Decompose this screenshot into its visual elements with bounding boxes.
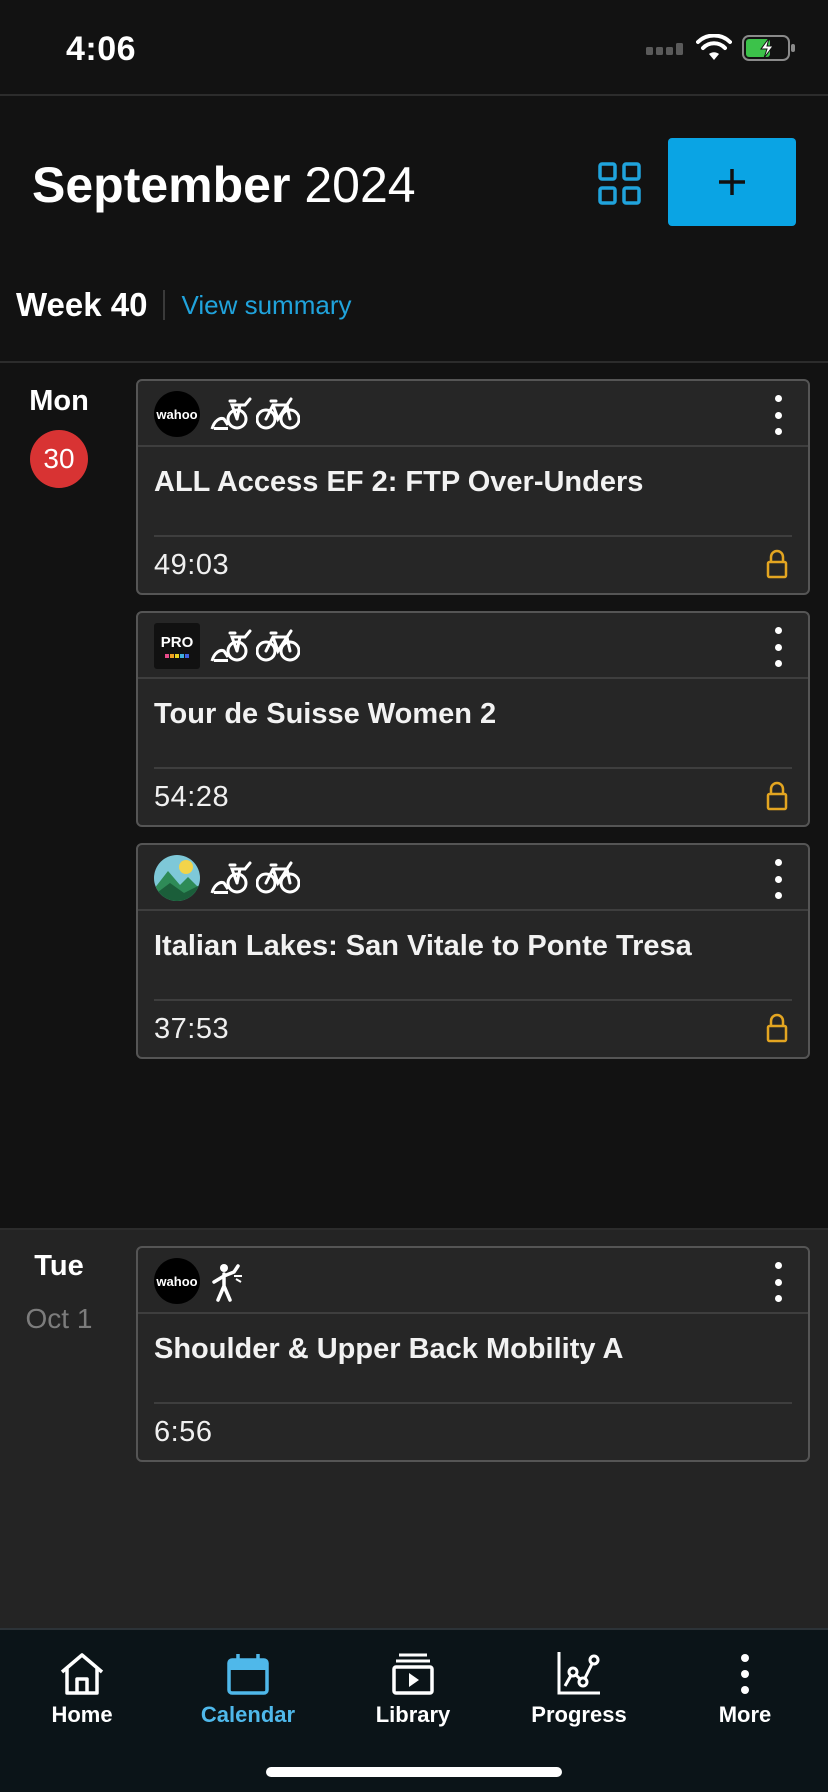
home-icon — [60, 1653, 104, 1695]
card-footer: 37:53 — [138, 1001, 808, 1057]
calendar-header: September 2024 Week 40 View summary — [0, 98, 828, 360]
grid-view-button[interactable] — [596, 160, 644, 208]
workout-duration: 37:53 — [154, 1013, 230, 1045]
week-row: Week 40 View summary — [16, 286, 352, 324]
card-header — [138, 845, 808, 911]
more-options-button[interactable] — [766, 627, 790, 667]
sport-types — [210, 395, 300, 431]
day-section-mon: Mon 30 wahoo ALL Access EF 2: FTP Over-U… — [0, 363, 828, 1228]
more-options-button[interactable] — [766, 859, 790, 899]
divider — [163, 290, 166, 320]
card-footer: 54:28 — [138, 769, 808, 825]
wifi-icon — [696, 34, 732, 60]
card-header: PRO — [138, 613, 808, 679]
library-icon — [392, 1653, 434, 1695]
indoor-cycling-icon — [210, 397, 252, 430]
grid-icon — [598, 162, 641, 205]
mobility-icon — [212, 1264, 242, 1302]
add-workout-button[interactable] — [668, 138, 796, 226]
nav-label: Library — [375, 1702, 451, 1727]
nav-more[interactable]: More — [670, 1644, 820, 1728]
workout-duration: 49:03 — [154, 549, 230, 581]
indoor-cycling-icon — [210, 629, 252, 662]
outdoor-cycling-icon — [256, 629, 300, 662]
more-options-button[interactable] — [766, 395, 790, 435]
workout-card[interactable]: Italian Lakes: San Vitale to Ponte Tresa… — [136, 843, 810, 1059]
status-time: 4:06 — [66, 30, 137, 68]
card-footer: 6:56 — [138, 1404, 808, 1460]
status-bar: 4:06 — [0, 0, 828, 96]
day-date: Oct 1 — [25, 1303, 93, 1334]
day-label: Tue Oct 1 — [0, 1230, 118, 1335]
nav-label: Calendar — [200, 1702, 296, 1727]
workout-title: Shoulder & Upper Back Mobility A — [154, 1314, 792, 1404]
wahoo-logo-icon: wahoo — [154, 1258, 200, 1304]
workout-card[interactable]: wahoo Shoulder & Upper Back Mobility A 6… — [136, 1246, 810, 1462]
workout-duration: 6:56 — [154, 1416, 213, 1448]
indoor-cycling-icon — [210, 861, 252, 894]
pro-logo-icon: PRO — [154, 623, 200, 669]
sport-types — [210, 859, 300, 895]
day-name: Tue — [34, 1250, 84, 1282]
view-summary-link[interactable]: View summary — [181, 290, 351, 321]
lock-icon — [766, 549, 788, 579]
day-name: Mon — [29, 385, 89, 417]
outdoor-cycling-icon — [256, 397, 300, 430]
home-indicator[interactable] — [266, 1767, 562, 1777]
mountain-logo-icon — [154, 855, 200, 901]
week-label: Week 40 — [16, 286, 148, 323]
month-name: September — [32, 157, 291, 213]
card-header: wahoo — [138, 381, 808, 447]
year: 2024 — [304, 157, 416, 213]
nav-label: More — [718, 1702, 772, 1727]
workout-card[interactable]: wahoo ALL Access EF 2: FTP Over-Unders 4… — [136, 379, 810, 595]
more-options-button[interactable] — [766, 1262, 790, 1302]
workout-card[interactable]: PRO Tour de Suisse Women 2 54:28 — [136, 611, 810, 827]
plus-icon — [719, 169, 745, 195]
battery-icon — [742, 35, 795, 61]
more-icon — [741, 1654, 749, 1694]
workout-duration: 54:28 — [154, 781, 230, 813]
day-section-tue: Tue Oct 1 wahoo Shoulder & Upper Back Mo… — [0, 1230, 828, 1628]
nav-progress[interactable]: Progress — [504, 1644, 654, 1728]
workout-title: Italian Lakes: San Vitale to Ponte Tresa — [154, 911, 792, 1001]
sport-types — [210, 1262, 244, 1302]
nav-label: Progress — [531, 1702, 627, 1727]
cellular-signal-icon — [646, 43, 683, 55]
lock-icon — [766, 781, 788, 811]
wahoo-logo-icon: wahoo — [154, 391, 200, 437]
nav-label: Home — [51, 1702, 113, 1727]
lock-icon — [766, 1013, 788, 1043]
calendar-icon — [227, 1654, 269, 1695]
day-label: Mon 30 — [0, 363, 118, 488]
logo-stripes — [165, 653, 189, 658]
card-footer: 49:03 — [138, 537, 808, 593]
nav-home[interactable]: Home — [7, 1644, 157, 1728]
month-title: September 2024 — [32, 156, 416, 214]
workout-title: Tour de Suisse Women 2 — [154, 679, 792, 769]
today-date-badge: 30 — [30, 430, 88, 488]
progress-icon — [557, 1652, 600, 1695]
sport-types — [210, 627, 300, 663]
card-header: wahoo — [138, 1248, 808, 1314]
nav-library[interactable]: Library — [338, 1644, 488, 1728]
outdoor-cycling-icon — [256, 861, 300, 894]
status-icons — [646, 34, 796, 62]
nav-calendar[interactable]: Calendar — [173, 1644, 323, 1728]
workout-title: ALL Access EF 2: FTP Over-Unders — [154, 447, 792, 537]
